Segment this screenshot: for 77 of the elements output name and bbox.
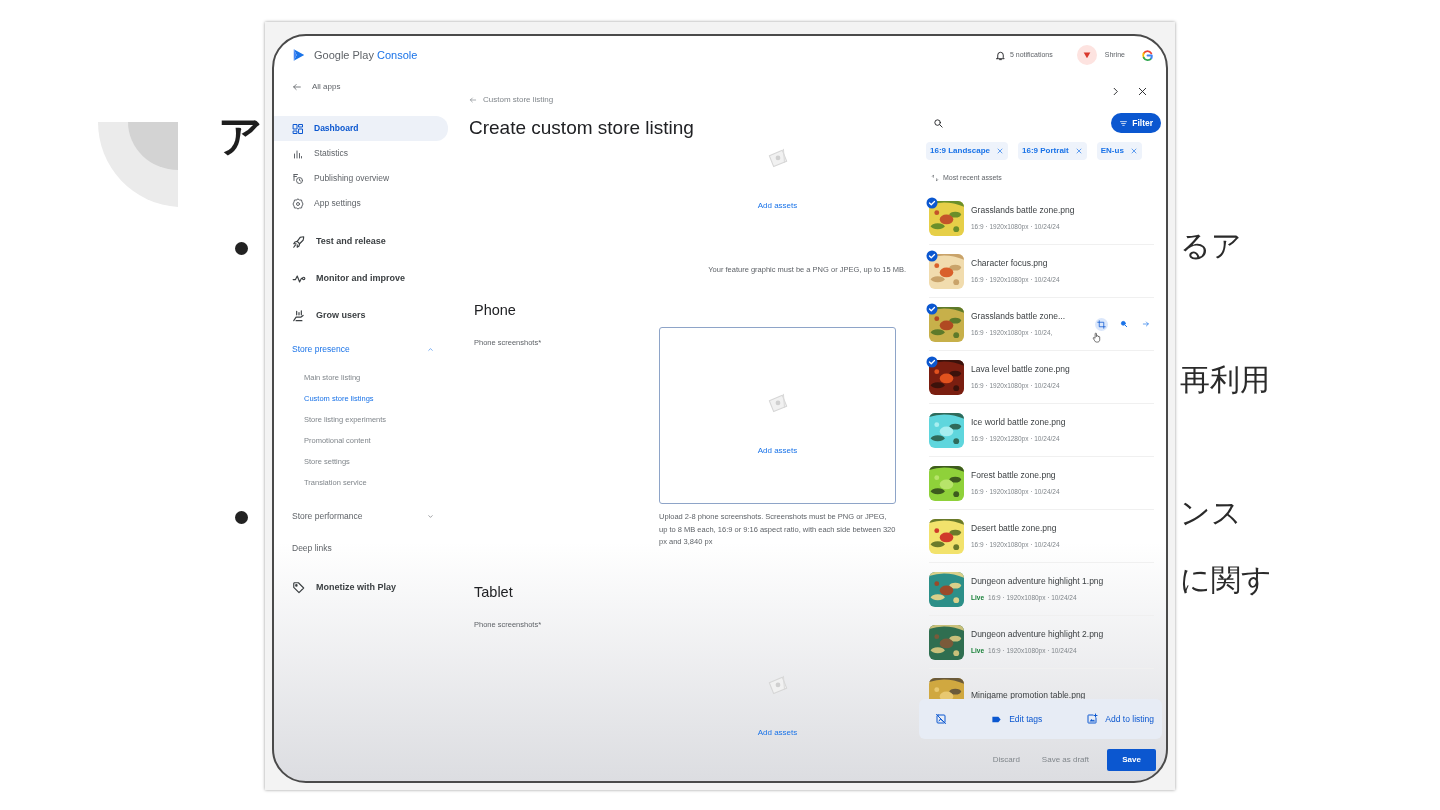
selected-check-icon[interactable]: [926, 196, 938, 209]
hide-image-button[interactable]: [933, 711, 949, 727]
sidebar-item[interactable]: Publishing overview: [274, 166, 448, 191]
tag-icon: [292, 580, 306, 595]
bullet-text: ンス: [1180, 495, 1242, 531]
rocket-icon: [292, 234, 306, 249]
close-icon[interactable]: [1137, 85, 1148, 97]
asset-name: Minigame promotion table.png: [971, 688, 1086, 699]
image-off-icon: [935, 713, 947, 725]
asset-name: Desert battle zone.png: [971, 522, 1058, 535]
chevron-up-icon: [427, 345, 434, 353]
filter-button[interactable]: Filter: [1111, 113, 1161, 133]
play-logo-icon: [292, 48, 306, 62]
settings-icon: [292, 197, 304, 210]
sidebar-item[interactable]: Dashboard: [274, 116, 448, 141]
upload-area[interactable]: Add assets: [659, 327, 896, 505]
section-heading: Tablet: [474, 582, 514, 601]
selected-check-icon[interactable]: [926, 249, 938, 262]
app-logo-text: Google Play Console: [314, 47, 418, 63]
bell-icon[interactable]: [994, 49, 1006, 61]
chevron-down-icon: [427, 512, 434, 520]
bullet-dot: [235, 242, 248, 255]
back-arrow-icon: [292, 82, 302, 92]
document-clock-icon: [292, 172, 304, 185]
slide-title: ア: [218, 110, 263, 163]
remove-icon[interactable]: [1129, 147, 1138, 155]
arrow-right-icon: [1142, 320, 1150, 328]
selected-check-icon[interactable]: [926, 355, 938, 368]
page-title: Create custom store listing: [469, 116, 695, 140]
filter-chip[interactable]: 16:9 Portrait: [1018, 142, 1087, 160]
asset-name: Dungeon adventure highlight 2.png: [971, 628, 1104, 641]
upload-area[interactable]: Add assets: [659, 142, 896, 206]
asset-name: Lava level battle zone.png: [971, 363, 1070, 376]
asset-name: Character focus.png: [971, 257, 1049, 270]
remove-icon[interactable]: [996, 147, 1005, 155]
zoom-icon: [1120, 320, 1128, 328]
upload-area[interactable]: Add assets: [659, 608, 896, 781]
add-to-listing-button[interactable]: Add to listing: [1084, 710, 1156, 728]
avatar-icon[interactable]: [1076, 45, 1097, 65]
filter-chip[interactable]: EN-us: [1096, 142, 1142, 160]
filter-icon: [1119, 118, 1129, 128]
filter-chip[interactable]: 16:9 Landscape: [926, 142, 1009, 160]
sidebar-group[interactable]: Store performance: [274, 501, 448, 531]
sidebar-item[interactable]: Test and release: [274, 223, 448, 260]
edit-tags-button[interactable]: Edit tags: [989, 710, 1045, 728]
selected-check-icon[interactable]: [926, 302, 938, 315]
bullet-dot: [235, 511, 248, 524]
section-heading: Phone: [474, 301, 517, 320]
bullet-text: に関す: [1180, 562, 1272, 598]
asset-name: Grasslands battle zone.png: [971, 204, 1075, 217]
add-image-icon: [1086, 713, 1099, 725]
growth-icon: [292, 308, 306, 323]
sort-icon[interactable]: [931, 174, 939, 182]
asset-name: Dungeon adventure highlight 1.png: [971, 575, 1104, 588]
sidebar-item[interactable]: App settings: [274, 191, 448, 216]
bullet-text: 再利用: [1180, 362, 1270, 398]
asset-name: Forest battle zone.png: [971, 469, 1057, 482]
dashboard-icon: [292, 122, 304, 135]
hand-cursor-icon: [1091, 331, 1102, 344]
crop-icon: [1097, 319, 1106, 329]
sidebar-link[interactable]: Deep links: [274, 533, 448, 563]
sidebar-item[interactable]: Grow users: [274, 297, 448, 334]
back-link[interactable]: All apps: [274, 74, 448, 100]
bullet-text: るア: [1180, 228, 1242, 264]
asset-name: Grasslands battle zone...: [971, 310, 1066, 323]
remove-icon[interactable]: [1074, 147, 1083, 155]
sidebar-item[interactable]: Monetize with Play: [274, 569, 448, 606]
sidebar-item[interactable]: Monitor and improve: [274, 260, 448, 297]
zoom-button[interactable]: [1118, 318, 1130, 330]
asset-name: Ice world battle zone.png: [971, 416, 1066, 429]
save-button[interactable]: Save: [1107, 749, 1156, 771]
sidebar-group[interactable]: Store presence: [274, 334, 448, 364]
search-icon[interactable]: [933, 117, 944, 129]
breadcrumb-link[interactable]: Custom store listing: [483, 94, 554, 106]
crop-button[interactable]: [1095, 317, 1108, 331]
sidebar-item[interactable]: Statistics: [274, 141, 448, 166]
account-logo-icon[interactable]: [1141, 48, 1154, 62]
